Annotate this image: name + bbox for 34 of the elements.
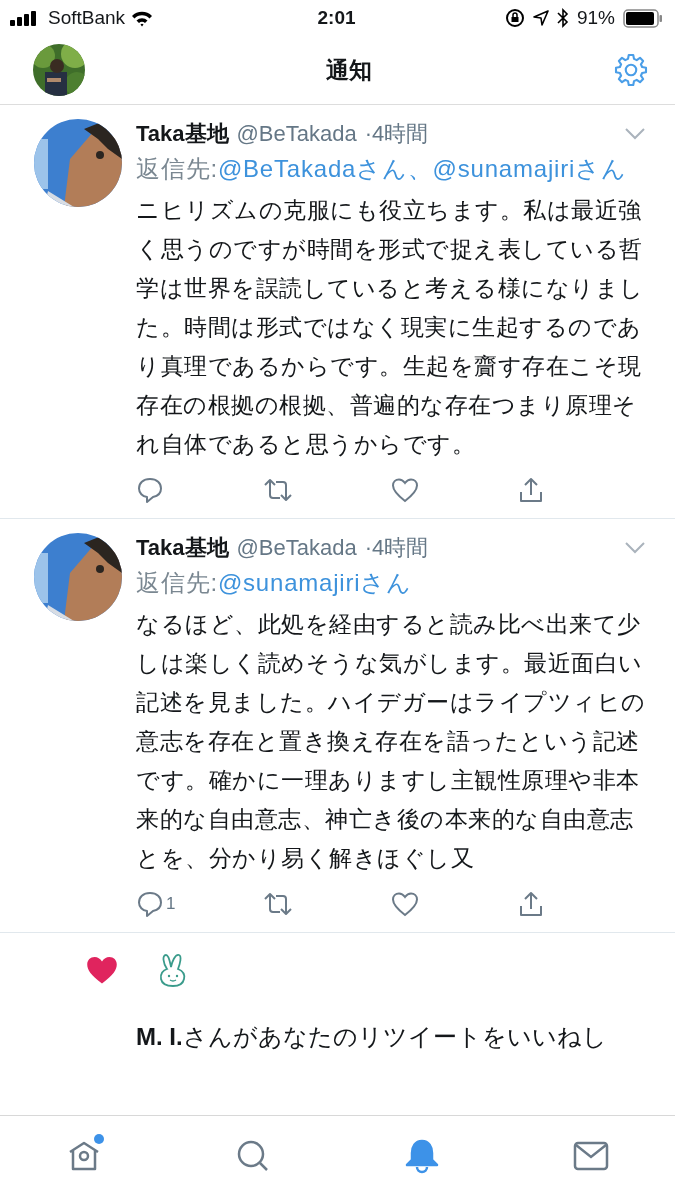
tweet-text: なるほど、此処を経由すると読み比べ出来て少しは楽しく読めそうな気がします。最近面白い記述を見ました。ハイデガーはライプツィヒの意志を存在と置き換え存在を語ったという記述です。確かに一理ありますし主観性原理や非本来的な自由意志、神亡き後の本来的な自由意志とを、分かり易く解きほぐし又 [136, 610, 646, 873]
mail-icon[interactable] [572, 1140, 609, 1172]
tweet-time: ·4時間 [364, 534, 429, 562]
reply-icon[interactable] [136, 476, 164, 504]
heart-icon[interactable] [390, 477, 419, 503]
battery-percent: 91% [576, 7, 615, 29]
battery-icon [623, 8, 663, 28]
reply-to-line: 返信先:@BeTakadaさん、@sunamajiriさん [136, 154, 628, 184]
retweet-icon[interactable] [263, 891, 294, 917]
tweet-text: ニヒリズムの克服にも役立ちます。私は最近強く思うのですが時間を形式で捉え表している哲学は世界を誤読していると考える様になりました。時間は形式ではなく現実に生起するのであり真理であるからです。生起を齎す存在こそ現存在の根拠の根拠、普遍的な存在つまり原理それ自体であると思うからです。 [136, 196, 645, 459]
author-handle: @BeTakada [236, 535, 357, 561]
tweet-time: ·4時間 [364, 120, 429, 148]
reply-icon[interactable] [136, 890, 164, 918]
carrier-name: SoftBank [48, 7, 126, 29]
author-name[interactable]: Taka基地 [136, 119, 229, 149]
retweet-icon[interactable] [263, 477, 294, 503]
settings-icon[interactable] [613, 52, 649, 88]
rotation-lock-icon [504, 8, 525, 28]
share-icon[interactable] [517, 890, 544, 918]
clock-time: 2:01 [317, 7, 356, 29]
notification-text: M. I.さんがあなたのリツイートをいいねし [136, 1022, 608, 1052]
author-name[interactable]: Taka基地 [136, 533, 229, 563]
heart-icon [84, 954, 120, 986]
share-icon[interactable] [517, 476, 544, 504]
wifi-icon [131, 9, 154, 27]
location-icon [532, 10, 549, 26]
heart-icon[interactable] [390, 891, 419, 917]
rabbit-icon [158, 953, 188, 987]
bell-icon[interactable] [403, 1138, 440, 1174]
reply-to-line: 返信先:@sunamajiriさん [136, 568, 413, 598]
bluetooth-icon [556, 8, 569, 28]
page-title: 通知 [326, 55, 372, 85]
reply-count: 1 [166, 894, 176, 914]
author-handle: @BeTakada [236, 121, 357, 147]
